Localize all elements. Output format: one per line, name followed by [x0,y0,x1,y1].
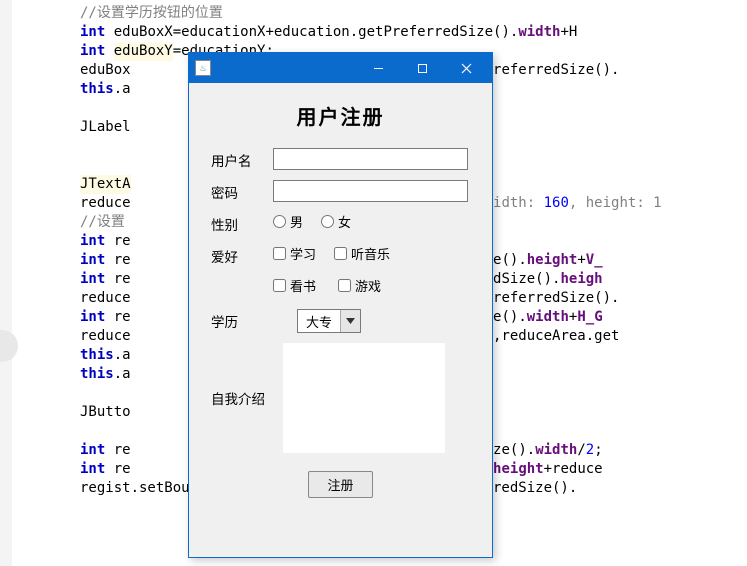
hobby-music-option[interactable]: 听音乐 [334,244,390,263]
field: width [527,309,569,325]
kw: int [80,252,105,268]
hint: idth: [493,195,544,211]
field: height [527,252,578,268]
code: re [105,442,130,458]
code: JTextA [80,176,131,192]
kw: int [80,309,105,325]
gender-female-label: 女 [338,212,351,231]
intro-label: 自我介绍 [211,388,273,408]
password-input[interactable] [273,180,468,202]
field: width [535,442,577,458]
education-label: 学历 [211,309,273,331]
minimize-button[interactable] [356,53,400,83]
kw: int [80,43,105,59]
kw: this [80,366,114,382]
code: re [105,271,130,287]
hobby-study-checkbox[interactable] [273,247,286,260]
hobby-study-option[interactable]: 学习 [273,244,316,263]
code: +H [560,24,577,40]
hobby-read-label: 看书 [290,276,316,295]
hint: , height: 1 [569,195,662,211]
code: JLabel [80,119,131,135]
code: eduBoxX=educationX+education.getPreferre… [105,24,518,40]
code [105,43,113,59]
kw: this [80,81,114,97]
username-label: 用户名 [211,148,273,170]
dialog-body: 用户注册 用户名 密码 性别 男 女 [189,83,492,508]
code: re [105,252,130,268]
hobby-game-label: 游戏 [355,276,381,295]
combobox-arrow-button[interactable] [340,310,360,332]
code: reduce [80,328,131,344]
intro-textarea[interactable] [283,343,445,453]
field: H_G [577,309,602,325]
code: reduce [80,290,131,306]
kw: int [80,461,105,477]
code: re [105,309,130,325]
comment: //设置学历按钮的位置 [80,5,223,21]
num: 160 [544,195,569,211]
code: re [105,461,130,477]
code: + [577,252,585,268]
code: referredSize(). [493,290,619,306]
titlebar[interactable]: ♨ [189,53,492,83]
field: V_ [586,252,603,268]
register-button[interactable]: 注册 [308,471,372,498]
password-label: 密码 [211,180,273,202]
dialog-title: 用户注册 [211,101,470,130]
code: reduce [80,195,131,211]
gender-male-option[interactable]: 男 [273,212,303,231]
gender-male-label: 男 [290,212,303,231]
code: .a [114,81,131,97]
education-selected: 大专 [298,312,340,331]
education-combobox[interactable]: 大专 [297,309,361,333]
hobby-read-option[interactable]: 看书 [273,276,316,295]
code: .a [114,347,131,363]
hobby-game-option[interactable]: 游戏 [338,276,381,295]
code: / [577,442,585,458]
hobby-read-checkbox[interactable] [273,279,286,292]
comment: //设置 [80,214,125,230]
maximize-button[interactable] [400,53,444,83]
hobby-music-checkbox[interactable] [334,247,347,260]
gender-male-radio[interactable] [273,215,286,228]
dialog-window: ♨ 用户注册 用户名 密码 性别 [188,52,493,558]
field: width [518,24,560,40]
field: height [493,461,544,477]
code: JButto [80,404,131,420]
chevron-down-icon [346,318,355,324]
code: ,reduceArea.get [493,328,619,344]
username-input[interactable] [273,148,468,170]
field: heigh [560,271,602,287]
hobby-study-label: 学习 [290,244,316,263]
code: .a [114,366,131,382]
kw: int [80,442,105,458]
code: referredSize(). [493,62,619,78]
hobby-game-checkbox[interactable] [338,279,351,292]
code: re [105,233,130,249]
var-highlight: eduBoxY [114,43,173,59]
code: +reduce [544,461,603,477]
num: 2 [586,442,594,458]
close-button[interactable] [444,53,488,83]
kw: int [80,24,105,40]
hobby-music-label: 听音乐 [351,244,390,263]
kw: this [80,347,114,363]
code: ; [594,442,602,458]
gender-label: 性别 [211,212,273,234]
kw: int [80,233,105,249]
code: eduBox [80,62,131,78]
java-icon: ♨ [195,60,211,76]
hobby-label: 爱好 [211,244,273,266]
gender-female-radio[interactable] [321,215,334,228]
gender-female-option[interactable]: 女 [321,212,351,231]
kw: int [80,271,105,287]
